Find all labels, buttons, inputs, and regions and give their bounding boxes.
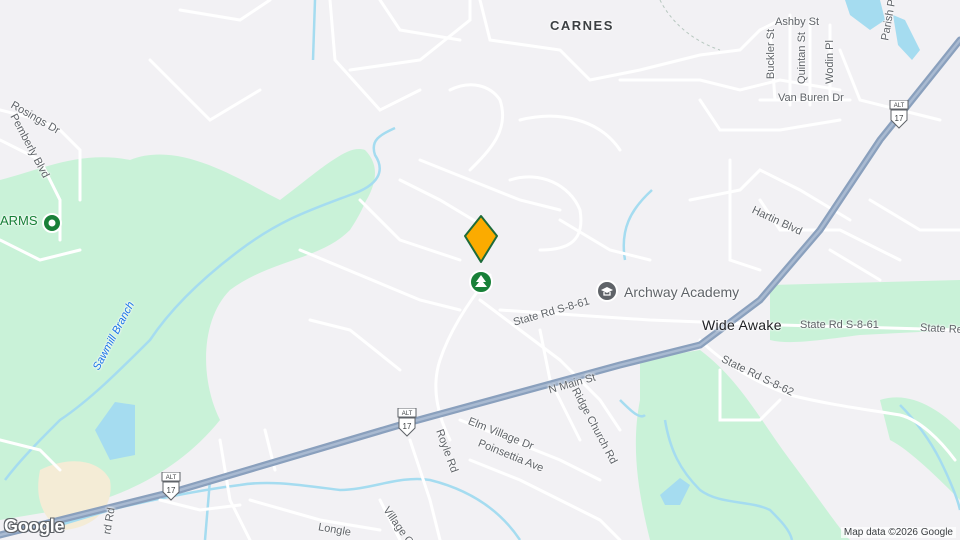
svg-text:ALT: ALT — [402, 411, 413, 417]
svg-text:ALT: ALT — [166, 475, 177, 481]
route-17-shield-north: ALT 17 — [889, 100, 909, 129]
school-icon — [596, 280, 618, 302]
svg-text:ALT: ALT — [894, 103, 905, 109]
route-17-shield-middle: ALT 17 — [397, 408, 417, 437]
tree-park-icon[interactable] — [468, 269, 494, 295]
street-label-state-861-c: State Re — [919, 321, 960, 337]
street-label-state-861-b: State Rd S-8-61 — [800, 319, 879, 331]
street-label-quintan: Quintan St — [795, 32, 808, 84]
poi-arms[interactable]: ARMS — [0, 212, 38, 230]
poi-label-archway-academy: Archway Academy — [624, 284, 740, 300]
park-icon[interactable] — [41, 212, 63, 234]
svg-text:17: 17 — [895, 114, 904, 123]
svg-text:17: 17 — [403, 422, 412, 431]
area-label-carnes: CARNES — [550, 18, 614, 33]
lake-northeast-2 — [893, 15, 920, 60]
street-label-buckler: Buckler St — [765, 28, 778, 80]
map-canvas[interactable]: CARNES Wide Awake Ashby St Buckler St Qu… — [0, 0, 960, 540]
street-label-van-buren: Van Buren Dr — [778, 92, 844, 104]
poi-label-arms: ARMS — [0, 213, 38, 228]
street-label-wodin: Wodin Pl — [823, 40, 836, 84]
area-label-wide-awake: Wide Awake — [702, 317, 782, 333]
street-label-ashby: Ashby St — [775, 16, 820, 28]
google-logo[interactable]: Google — [4, 516, 65, 537]
location-marker-icon[interactable] — [461, 214, 501, 266]
route-17-shield-south: ALT 17 — [161, 472, 181, 501]
svg-text:17: 17 — [167, 486, 176, 495]
lake-northeast — [845, 0, 885, 30]
map-attribution[interactable]: Map data ©2026 Google — [840, 527, 956, 538]
park-area-south-east — [635, 350, 850, 540]
